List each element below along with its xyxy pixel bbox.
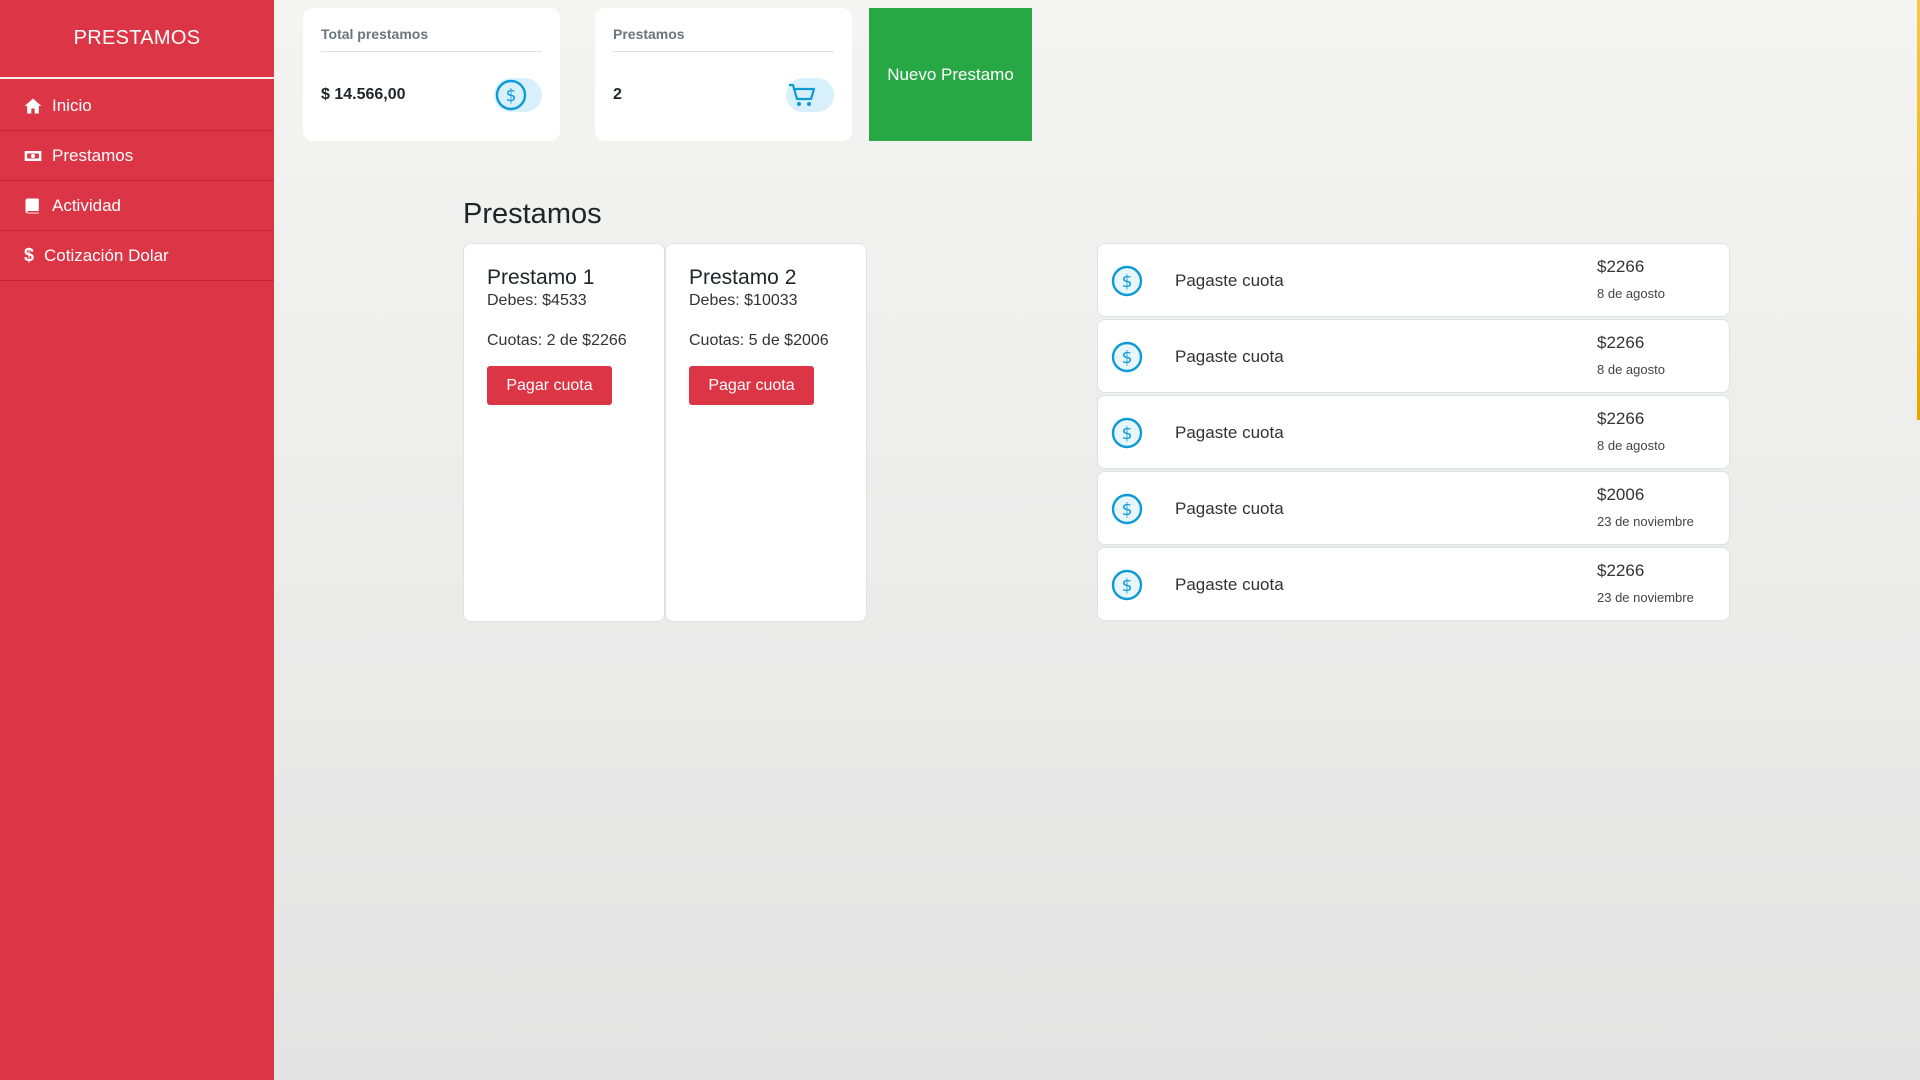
prestamos-count-card: Prestamos 2 [595,8,852,141]
activity-amount: $2266 [1597,409,1645,428]
stat-title: Prestamos [613,26,834,52]
activity-date: 8 de agosto [1597,286,1665,301]
dollar-circle-icon: $ [1110,264,1144,298]
sidebar-item-cotizacion-dolar[interactable]: $ Cotización Dolar [0,231,274,281]
activity-label: Pagaste cuota [1175,423,1284,442]
activity-amount: $2266 [1597,561,1645,580]
loan-debt: Debes: $4533 [487,292,587,309]
activity-date: 8 de agosto [1597,362,1665,377]
sidebar-item-label: Actividad [52,195,121,215]
activity-date: 8 de agosto [1597,438,1665,453]
activity-label: Pagaste cuota [1175,347,1284,366]
dollar-circle-icon: $ [494,78,542,112]
dollar-icon: $ [23,245,34,265]
sidebar: PRESTAMOS Inicio Prestamos Actividad $ C… [0,0,274,1080]
svg-text:$: $ [506,86,517,106]
cart-icon [786,78,834,112]
stat-value: 2 [613,86,622,103]
sidebar-item-label: Prestamos [52,145,134,165]
activity-list: $ Pagaste cuota $2266 8 de agosto $ Paga… [1097,243,1730,623]
dollar-circle-icon: $ [1110,416,1144,450]
section-title: Prestamos [463,198,602,230]
loan-name: Prestamo 2 [689,266,797,289]
dollar-circle-icon: $ [1110,568,1144,602]
list-item: $ Pagaste cuota $2266 23 de noviembre [1097,547,1730,621]
sidebar-nav: Inicio Prestamos Actividad $ Cotización … [0,79,274,281]
svg-text:$: $ [1122,576,1133,596]
list-item: $ Pagaste cuota $2006 23 de noviembre [1097,471,1730,545]
list-item: $ Pagaste cuota $2266 8 de agosto [1097,243,1730,317]
loan-quotas: Cuotas: 2 de $2266 [487,332,627,349]
sidebar-item-actividad[interactable]: Actividad [0,181,274,231]
list-item: $ Pagaste cuota $2266 8 de agosto [1097,319,1730,393]
stat-title: Total prestamos [321,26,542,52]
nuevo-prestamo-button[interactable]: Nuevo Prestamo [869,8,1032,141]
activity-date: 23 de noviembre [1597,514,1694,529]
sidebar-item-inicio[interactable]: Inicio [0,81,274,131]
loan-debt: Debes: $10033 [689,292,798,309]
loan-card: Prestamo 1 Debes: $4533 Cuotas: 2 de $22… [463,243,665,622]
activity-date: 23 de noviembre [1597,590,1694,605]
svg-text:$: $ [1122,348,1133,368]
pagar-cuota-button[interactable]: Pagar cuota [487,366,612,405]
activity-label: Pagaste cuota [1175,575,1284,594]
loan-card: Prestamo 2 Debes: $10033 Cuotas: 5 de $2… [665,243,867,622]
pagar-cuota-button[interactable]: Pagar cuota [689,366,814,405]
book-icon [22,195,44,217]
dollar-circle-icon: $ [1110,340,1144,374]
sidebar-item-label: Cotización Dolar [44,245,169,265]
list-item: $ Pagaste cuota $2266 8 de agosto [1097,395,1730,469]
brand-title: PRESTAMOS [0,0,274,79]
money-bill-icon [22,145,44,167]
svg-text:$: $ [1122,272,1133,292]
activity-label: Pagaste cuota [1175,499,1284,518]
loan-name: Prestamo 1 [487,266,595,289]
dollar-circle-icon: $ [1110,492,1144,526]
svg-text:$: $ [1122,500,1133,520]
stat-value: $ 14.566,00 [321,86,406,103]
sidebar-item-label: Inicio [52,95,92,115]
loan-quotas: Cuotas: 5 de $2006 [689,332,829,349]
activity-amount: $2266 [1597,333,1645,352]
home-icon [22,95,44,117]
activity-amount: $2006 [1597,485,1645,504]
svg-text:$: $ [1122,424,1133,444]
sidebar-item-prestamos[interactable]: Prestamos [0,131,274,181]
activity-label: Pagaste cuota [1175,271,1284,290]
total-prestamos-card: Total prestamos $ 14.566,00 $ [303,8,560,141]
activity-amount: $2266 [1597,257,1645,276]
